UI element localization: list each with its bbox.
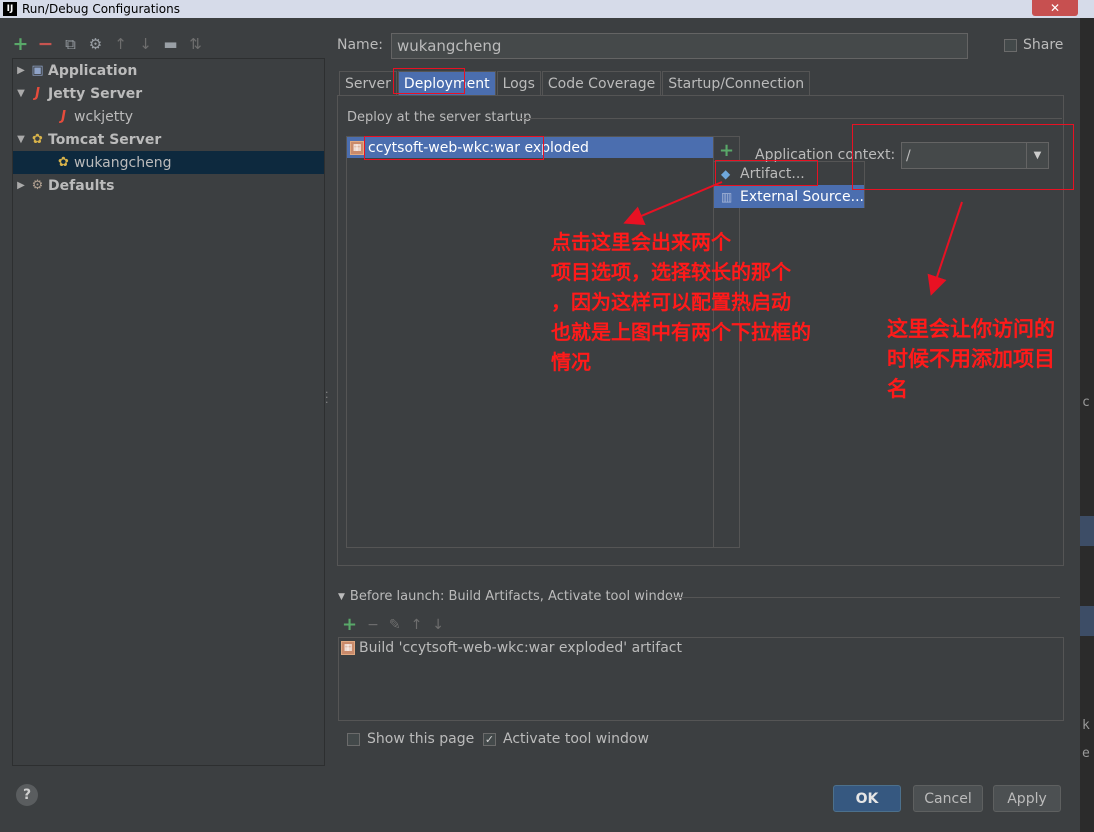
edit-defaults-wrench-icon[interactable]: ⚙ bbox=[87, 35, 104, 53]
background-highlight bbox=[1080, 516, 1094, 546]
artifact-icon: ▦ bbox=[350, 140, 364, 155]
tree-item-jetty-server[interactable]: ▼ J Jetty Server bbox=[13, 82, 324, 105]
annotation-highlight-box bbox=[393, 68, 465, 94]
annotation-line: 点击这里会出来两个 bbox=[551, 230, 731, 254]
tree-item-label: Defaults bbox=[48, 177, 115, 194]
activate-tool-window-checkbox[interactable]: ✓ Activate tool window bbox=[483, 731, 649, 747]
ok-button[interactable]: OK bbox=[833, 785, 901, 812]
show-this-page-checkbox[interactable]: Show this page bbox=[347, 731, 474, 747]
add-artifact-icon[interactable]: + bbox=[714, 140, 739, 161]
activate-tool-window-label: Activate tool window bbox=[503, 731, 649, 747]
collapse-arrow-icon[interactable]: ▼ bbox=[13, 134, 29, 145]
sort-icon[interactable]: ⇅ bbox=[187, 35, 204, 53]
share-checkbox-box[interactable] bbox=[1004, 38, 1017, 52]
annotation-note-right: 这里会让你访问的 时候不用添加项目 名 bbox=[887, 314, 1055, 404]
close-window-button[interactable]: ✕ bbox=[1032, 0, 1078, 16]
add-configuration-icon[interactable]: + bbox=[12, 33, 29, 55]
copy-configuration-icon[interactable]: ⧉ bbox=[62, 35, 79, 53]
tomcat-icon: ✿ bbox=[58, 155, 69, 170]
before-launch-task[interactable]: ▦ Build 'ccytsoft-web-wkc:war exploded' … bbox=[341, 640, 682, 656]
tree-item-label: Application bbox=[48, 62, 138, 79]
tree-item-defaults[interactable]: ▶ ⚙ Defaults bbox=[13, 174, 324, 197]
annotation-line: 名 bbox=[887, 377, 908, 401]
add-task-icon[interactable]: + bbox=[342, 614, 357, 635]
popup-item-label: External Source... bbox=[740, 188, 864, 205]
tree-toolbar: + − ⧉ ⚙ ↑ ↓ ▬ ⇅ bbox=[12, 33, 204, 55]
annotation-line: 也就是上图中有两个下拉框的 bbox=[551, 320, 811, 344]
collapse-arrow-icon[interactable]: ▼ bbox=[13, 88, 29, 99]
background-text-fragment: c bbox=[1082, 395, 1090, 410]
tree-item-label: wukangcheng bbox=[74, 154, 172, 171]
before-launch-list: ▦ Build 'ccytsoft-web-wkc:war exploded' … bbox=[338, 637, 1064, 721]
name-label: Name: bbox=[337, 37, 384, 53]
before-launch-label: Before launch: Build Artifacts, Activate… bbox=[349, 589, 684, 604]
annotation-line: 时候不用添加项目 bbox=[887, 347, 1055, 371]
expand-arrow-icon[interactable]: ▶ bbox=[13, 65, 29, 76]
section-divider bbox=[668, 597, 1060, 598]
tree-item-wckjetty[interactable]: J wckjetty bbox=[13, 105, 324, 128]
wrench-icon: ⚙ bbox=[31, 178, 44, 193]
name-input[interactable]: wukangcheng bbox=[391, 33, 968, 59]
show-this-page-label: Show this page bbox=[367, 731, 475, 747]
annotation-highlight-box bbox=[715, 160, 818, 186]
before-launch-header[interactable]: ▼ Before launch: Build Artifacts, Activa… bbox=[338, 589, 684, 604]
annotation-line: ，因为这样可以配置热启动 bbox=[551, 290, 791, 314]
artifact-icon: ▦ bbox=[341, 641, 355, 655]
background-text-fragment: e bbox=[1082, 746, 1090, 761]
tree-item-label: Jetty Server bbox=[48, 85, 143, 102]
show-this-page-checkbox-box[interactable] bbox=[347, 732, 360, 746]
annotation-line: 情况 bbox=[551, 350, 591, 374]
apply-button[interactable]: Apply bbox=[993, 785, 1061, 812]
jetty-icon: J bbox=[35, 86, 40, 101]
remove-task-icon[interactable]: − bbox=[367, 617, 379, 633]
background-editor-edge: c k e bbox=[1080, 18, 1094, 832]
annotation-highlight-box bbox=[364, 136, 544, 160]
annotation-highlight-box bbox=[852, 124, 1074, 190]
before-launch-task-label: Build 'ccytsoft-web-wkc:war exploded' ar… bbox=[359, 640, 682, 656]
tab-code-coverage[interactable]: Code Coverage bbox=[541, 71, 662, 95]
share-checkbox[interactable]: Share bbox=[1004, 37, 1063, 53]
tomcat-icon: ✿ bbox=[32, 132, 43, 147]
edit-task-icon[interactable]: ✎ bbox=[389, 617, 401, 633]
annotation-line: 这里会让你访问的 bbox=[887, 317, 1055, 341]
before-launch-toolbar: + − ✎ ↑ ↓ bbox=[342, 614, 444, 635]
deploy-section-label: Deploy at the server startup bbox=[347, 110, 532, 125]
tree-item-label: wckjetty bbox=[74, 108, 134, 125]
tree-item-label: Tomcat Server bbox=[48, 131, 162, 148]
window-title: Run/Debug Configurations bbox=[22, 2, 180, 16]
title-bar: IJ Run/Debug Configurations ✕ bbox=[0, 0, 1094, 18]
background-highlight bbox=[1080, 606, 1094, 636]
share-label: Share bbox=[1023, 37, 1064, 53]
splitter-handle[interactable]: · · · bbox=[325, 387, 329, 408]
cancel-button[interactable]: Cancel bbox=[913, 785, 983, 812]
intellij-logo-icon: IJ bbox=[3, 2, 17, 16]
background-text-fragment: k bbox=[1082, 718, 1090, 733]
collapse-triangle-icon[interactable]: ▼ bbox=[338, 592, 345, 602]
jetty-icon: J bbox=[61, 109, 66, 124]
move-up-icon[interactable]: ↑ bbox=[411, 617, 423, 633]
remove-configuration-icon[interactable]: − bbox=[37, 33, 54, 55]
tab-logs[interactable]: Logs bbox=[496, 71, 541, 95]
tree-item-wukangcheng[interactable]: ✿ wukangcheng bbox=[13, 151, 324, 174]
external-source-icon: ▥ bbox=[721, 189, 733, 204]
help-button[interactable]: ? bbox=[16, 784, 38, 806]
annotation-line: 项目选项，选择较长的那个 bbox=[551, 260, 791, 284]
configuration-tree: ▶ ▣ Application ▼ J Jetty Server J wckje… bbox=[12, 58, 325, 766]
tree-item-tomcat-server[interactable]: ▼ ✿ Tomcat Server bbox=[13, 128, 324, 151]
tree-item-application[interactable]: ▶ ▣ Application bbox=[13, 59, 324, 82]
expand-arrow-icon[interactable]: ▶ bbox=[13, 180, 29, 191]
move-down-icon[interactable]: ↓ bbox=[137, 35, 154, 53]
checkmark-icon[interactable]: ✓ bbox=[483, 732, 496, 746]
annotation-note-left: 点击这里会出来两个 项目选项，选择较长的那个 ，因为这样可以配置热启动 也就是上… bbox=[551, 227, 811, 377]
tab-server[interactable]: Server bbox=[339, 71, 397, 95]
tab-startup-connection[interactable]: Startup/Connection bbox=[662, 71, 811, 95]
popup-item-external-source[interactable]: ▥ External Source... bbox=[714, 185, 864, 208]
move-up-icon[interactable]: ↑ bbox=[112, 35, 129, 53]
application-icon: ▣ bbox=[31, 63, 44, 78]
folder-icon[interactable]: ▬ bbox=[162, 35, 179, 53]
move-down-icon[interactable]: ↓ bbox=[432, 617, 444, 633]
section-divider bbox=[520, 118, 1062, 119]
